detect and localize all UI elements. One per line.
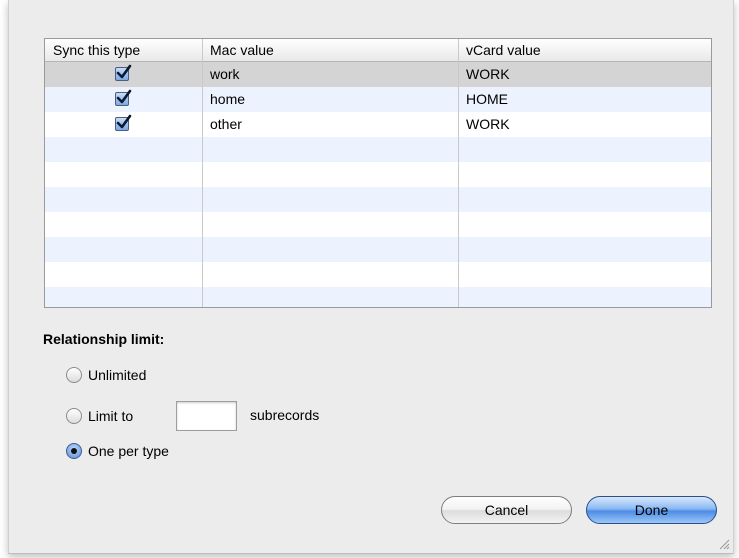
cancel-button[interactable]: Cancel bbox=[441, 496, 572, 524]
checkmark-icon bbox=[116, 89, 132, 104]
done-button[interactable]: Done bbox=[586, 496, 717, 524]
table-row[interactable]: other WORK bbox=[45, 112, 711, 137]
sync-options-sheet: Sync this type Mac value vCard value wor… bbox=[8, 0, 734, 554]
relationship-limit-label: Relationship limit: bbox=[43, 331, 165, 347]
radio-button-selected[interactable] bbox=[66, 443, 82, 459]
column-header-vcard-value[interactable]: vCard value bbox=[458, 39, 711, 61]
empty-row bbox=[45, 162, 711, 187]
column-divider bbox=[458, 39, 459, 307]
column-header-sync[interactable]: Sync this type bbox=[45, 39, 202, 61]
radio-label: One per type bbox=[88, 443, 169, 459]
sync-checkbox[interactable] bbox=[115, 89, 132, 106]
vcard-value-cell: HOME bbox=[466, 91, 508, 107]
vcard-value-cell: WORK bbox=[466, 116, 510, 132]
table-row[interactable]: work WORK bbox=[45, 62, 711, 87]
radio-button[interactable] bbox=[66, 408, 82, 424]
checkmark-icon bbox=[116, 64, 132, 79]
table-body: work WORK home HOME other WORK bbox=[45, 62, 711, 307]
vcard-value-cell: WORK bbox=[466, 66, 510, 82]
limit-count-field[interactable] bbox=[176, 401, 237, 431]
type-mapping-table: Sync this type Mac value vCard value wor… bbox=[44, 38, 712, 308]
subrecords-label: subrecords bbox=[250, 407, 320, 423]
empty-row bbox=[45, 137, 711, 162]
empty-row bbox=[45, 262, 711, 287]
resize-grip-icon[interactable] bbox=[719, 539, 730, 550]
empty-row bbox=[45, 287, 711, 307]
sync-checkbox[interactable] bbox=[115, 114, 132, 131]
checkmark-icon bbox=[116, 114, 132, 129]
mac-value-cell: work bbox=[210, 66, 240, 82]
column-divider bbox=[202, 39, 203, 307]
radio-label: Unlimited bbox=[88, 367, 147, 383]
empty-row bbox=[45, 212, 711, 237]
radio-button[interactable] bbox=[66, 367, 82, 383]
table-row[interactable]: home HOME bbox=[45, 87, 711, 112]
column-header-mac-value[interactable]: Mac value bbox=[202, 39, 458, 61]
empty-row bbox=[45, 187, 711, 212]
mac-value-cell: home bbox=[210, 91, 246, 107]
mac-value-cell: other bbox=[210, 116, 242, 132]
sync-checkbox[interactable] bbox=[115, 64, 132, 81]
radio-label: Limit to bbox=[88, 408, 134, 424]
empty-row bbox=[45, 237, 711, 262]
table-header: Sync this type Mac value vCard value bbox=[45, 39, 711, 62]
